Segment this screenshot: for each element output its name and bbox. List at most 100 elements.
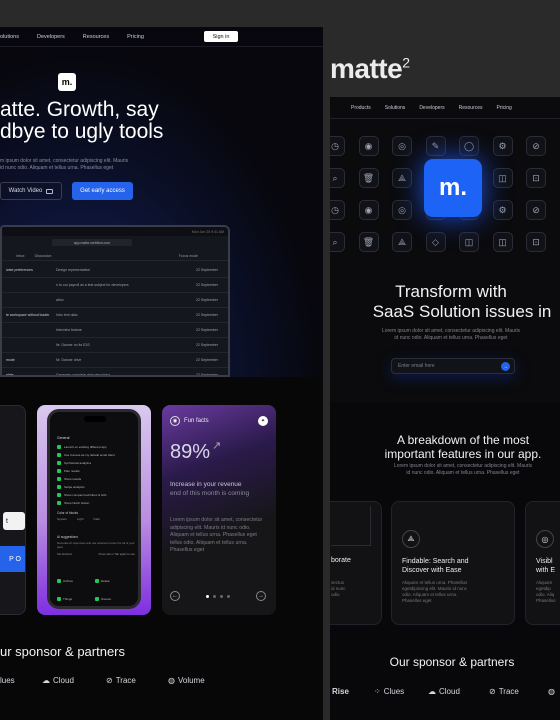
nav-developers[interactable]: Developers [37, 34, 65, 40]
phone-check-item[interactable]: Show results [57, 475, 137, 483]
phone-bottom-check[interactable]: Archive [57, 577, 95, 586]
laptop-row[interactable]: te workspace without loader Intro text da… [2, 308, 228, 323]
feature-card-3: ◎ Visibl with E Aliquam egetdip odio. Al… [525, 501, 560, 625]
fun-facts-percent: 89% [170, 441, 211, 463]
bag-icon: ◫ [492, 232, 513, 252]
right-nav-pricing[interactable]: Pricing [497, 105, 512, 111]
laptop-row-date: 22 September [196, 313, 218, 317]
compass-icon: ⊘ [526, 136, 546, 156]
card-left-button[interactable]: P O [0, 546, 25, 572]
phone-check-item[interactable]: Launch on existing different app [57, 443, 137, 451]
feature-2-title: Findable: Search and Discover with Ease [402, 557, 469, 575]
sponsor-rise-label: Rise [332, 687, 349, 696]
prev-arrow-icon[interactable]: ← [170, 591, 180, 601]
laptop-row-title: te workspace without loader [6, 313, 50, 317]
checkbox-icon [57, 579, 61, 583]
carousel-dot[interactable] [227, 595, 230, 598]
phone-color-dark[interactable]: Dark [94, 517, 100, 521]
laptop-row[interactable]: n to our payroll as a test subject for d… [2, 278, 228, 293]
laptop-menubar: Mon Jun 25 9:41 AM [2, 227, 228, 236]
phone-color-label: Color of blocks [57, 511, 79, 515]
settings-icon: ⚙ [492, 200, 513, 220]
search-icon: ⌕ [330, 232, 345, 252]
fun-facts-increase: Increase in your revenue end of this mon… [170, 480, 249, 498]
bag-icon: ◫ [492, 168, 513, 188]
laptop-row-date: 22 September [196, 283, 218, 287]
laptop-row-title: mode [6, 358, 15, 362]
feature-2-title-line2: Discover with Ease [402, 567, 462, 574]
phone-check-item[interactable]: Show compact text/inbox & Gifs [57, 491, 137, 499]
carousel-dot[interactable] [213, 595, 216, 598]
transform-title-line2: SaaS Solution issues in [372, 302, 552, 321]
phone-check-label: Swipe analytics [64, 485, 85, 489]
logo: m. [58, 73, 76, 91]
carousel-dot[interactable] [220, 595, 223, 598]
phone-bottom-label: Snooze [101, 597, 112, 601]
laptop-row-desc: ation [56, 298, 64, 302]
watch-video-button[interactable]: Watch Video [0, 182, 62, 200]
laptop-row[interactable]: elete Generate complete data descriptor 22… [2, 368, 228, 375]
right-nav-resources[interactable]: Resources [459, 105, 483, 111]
carousel-dot[interactable] [206, 595, 209, 598]
hero-subtitle-line1: m ipsum dolor sit amet, consectetur adip… [0, 158, 129, 164]
eye-icon: ◎ [392, 136, 412, 156]
phone-check-label: Plan results [64, 469, 80, 473]
transform-sub-line2: id nunc odio. Aliquam et tellus urna. Ph… [394, 335, 508, 341]
laptop-row[interactable]: Nr. Dancer on its E3S 22 September [2, 338, 228, 353]
fun-facts-body: Lorem ipsum dolor sit amet, consectetur … [170, 517, 263, 553]
submit-arrow-icon[interactable]: → [501, 362, 510, 371]
feature-card-2: ⟁ Findable: Search and Discover with Eas… [391, 501, 515, 625]
clock-icon: ◷ [330, 136, 345, 156]
cart-icon: ⊡ [526, 168, 546, 188]
email-input[interactable]: Enter email here [398, 363, 435, 369]
phone-check-item[interactable]: Use Canvas as my default email client [57, 451, 137, 459]
brand-name: matte [330, 53, 403, 84]
phone-bottom-check[interactable]: Snooze [95, 595, 133, 604]
feature-3-title-line2: with E [536, 567, 556, 574]
phone-color-light[interactable]: Light [77, 517, 84, 521]
phone-ai-desc: Generate AI responses and use selected c… [57, 541, 135, 549]
signin-button[interactable]: Sign in [204, 31, 238, 42]
laptop-row[interactable]: ation 22 September [2, 293, 228, 308]
phone-check-label: Show results [64, 477, 82, 481]
phone-color-system[interactable]: System [57, 517, 67, 521]
tag-icon: ◇ [425, 232, 446, 252]
twitter-icon[interactable]: ✦ [258, 416, 268, 426]
fun-facts-increase-line1: Increase in your revenue [170, 481, 242, 488]
phone-check-item[interactable]: Show Notch button [57, 499, 137, 507]
sponsor-volume-right: ◍ [548, 687, 555, 696]
phone-bottom-check[interactable]: Delete [95, 577, 133, 586]
phone-check-item[interactable]: Plan results [57, 467, 137, 475]
right-nav-developers[interactable]: Developers [419, 105, 444, 111]
laptop-row-desc: Nr. Dancer on its E3S [56, 343, 90, 347]
nav-solutions[interactable]: olutions [0, 34, 19, 40]
sponsor-cloud: ☁ Cloud [42, 676, 74, 685]
settings-icon: ⚙ [492, 136, 513, 156]
nav-resources[interactable]: Resources [83, 34, 109, 40]
fun-facts-card: ◉ Fun facts ✦ 89% ↗ Increase in your rev… [162, 405, 276, 615]
phone-bottom-label: Delete [101, 579, 110, 583]
nav-pricing[interactable]: Pricing [127, 34, 144, 40]
arrow-up-right-icon: ↗ [212, 440, 222, 452]
phone-check-item[interactable]: Synthetical analytics [57, 459, 137, 467]
phone-check-label: Launch on existing different app [64, 445, 107, 449]
sponsor-trace-label: Trace [115, 676, 136, 685]
right-panel: Products Solutions Developers Resources … [330, 97, 560, 720]
checkbox-icon [57, 469, 61, 473]
laptop-row[interactable]: ivate preferences Design representative 22… [2, 263, 228, 278]
right-nav: Products Solutions Developers Resources … [330, 97, 560, 119]
phone-shortcut-value: Press tab or Tab again to use [98, 552, 135, 556]
early-access-button[interactable]: Get early access [72, 182, 133, 200]
clock-icon: ◷ [330, 200, 345, 220]
hero-subtitle: m ipsum dolor sit amet, consectetur adip… [0, 158, 128, 172]
transform-title: Transform with SaaS Solution issues in [330, 282, 560, 322]
phone-check-item[interactable]: Swipe analytics [57, 483, 137, 491]
phone-bottom-check[interactable]: Things [57, 595, 95, 604]
laptop-row[interactable]: Interview feature 22 September [2, 323, 228, 338]
laptop-row[interactable]: mode Nr. Dancer drive 22 September [2, 353, 228, 368]
right-nav-solutions[interactable]: Solutions [385, 105, 406, 111]
right-nav-products[interactable]: Products [351, 105, 371, 111]
next-arrow-icon[interactable]: → [256, 591, 266, 601]
sponsor-volume-label: Volume [177, 676, 205, 685]
trace-icon: ⊘ [489, 687, 496, 696]
